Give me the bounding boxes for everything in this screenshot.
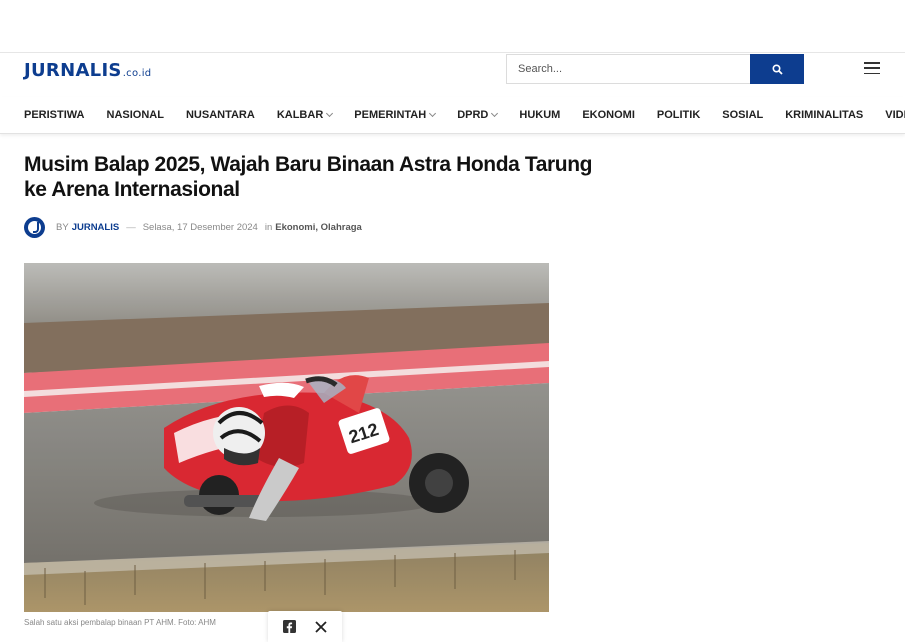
- in-label: in: [264, 222, 273, 233]
- nav-item-hukum[interactable]: HUKUM: [519, 109, 560, 121]
- nav-item-kriminalitas[interactable]: KRIMINALITAS: [785, 109, 863, 121]
- nav-item-dprd[interactable]: DPRD: [457, 109, 499, 121]
- nav-item-label: NASIONAL: [106, 109, 164, 121]
- nav-item-label: NUSANTARA: [185, 109, 255, 121]
- article-header: Musim Balap 2025, Wajah Baru Binaan Astr…: [24, 152, 604, 238]
- nav-item-label: VIDEO: [885, 109, 905, 121]
- nav-item-politik[interactable]: POLITIK: [657, 109, 700, 121]
- nav-item-nasional[interactable]: NASIONAL: [107, 109, 164, 121]
- nav-item-kalbar[interactable]: KALBAR: [276, 109, 334, 121]
- nav-item-label: PEMERINTAH: [354, 109, 427, 121]
- category-link-ekonomi[interactable]: Ekonomi: [275, 222, 315, 233]
- image-caption: Salah satu aksi pembalap binaan PT AHM. …: [24, 618, 216, 627]
- nav-item-label: POLITIK: [656, 109, 701, 121]
- logo-text: JURNALIS: [24, 60, 122, 81]
- article-title: Musim Balap 2025, Wajah Baru Binaan Astr…: [24, 153, 593, 201]
- category-separator: ,: [315, 222, 319, 233]
- hamburger-icon[interactable]: [864, 62, 880, 74]
- nav-item-nusantara[interactable]: NUSANTARA: [186, 109, 255, 121]
- nav-item-label: EKONOMI: [582, 109, 635, 121]
- facebook-share-button[interactable]: [281, 618, 299, 636]
- search-input[interactable]: [506, 54, 751, 84]
- search-icon: [771, 63, 783, 75]
- author-link[interactable]: JURNALIS: [72, 222, 120, 233]
- by-label: BY: [56, 222, 69, 233]
- nav-item-label: KRIMINALITAS: [785, 109, 864, 121]
- site-logo[interactable]: JURNALIS.co.id: [24, 60, 151, 81]
- nav-item-label: SOSIAL: [722, 109, 764, 121]
- x-icon: [314, 620, 327, 633]
- hero-image: 212: [24, 263, 549, 612]
- chevron-down-icon: [326, 109, 334, 118]
- author-avatar[interactable]: [24, 217, 45, 238]
- site-header: JURNALIS.co.id: [0, 53, 905, 97]
- meta-separator: —: [126, 222, 136, 233]
- category-link-olahraga[interactable]: Olahraga: [321, 222, 362, 233]
- top-ad-space: [0, 0, 905, 53]
- main-nav: PERISTIWA NASIONAL NUSANTARA KALBAR PEMERINT…: [0, 97, 905, 134]
- nav-item-pemerintah[interactable]: PEMERINTAH: [354, 109, 437, 121]
- nav-item-peristiwa[interactable]: PERISTIWA: [24, 109, 85, 121]
- nav-item-label: KALBAR: [276, 109, 324, 121]
- search-button[interactable]: [750, 54, 804, 84]
- nav-item-label: DPRD: [457, 109, 489, 121]
- facebook-icon: [283, 620, 296, 633]
- publish-date: Selasa, 17 Desember 2024: [142, 222, 258, 233]
- share-bar: [268, 611, 342, 642]
- article-meta: BY JURNALIS — Selasa, 17 Desember 2024 i…: [24, 217, 604, 238]
- chevron-down-icon: [429, 109, 437, 118]
- x-share-button[interactable]: [312, 618, 330, 636]
- chevron-down-icon: [491, 109, 499, 118]
- logo-tld: .co.id: [122, 68, 152, 79]
- nav-item-sosial[interactable]: SOSIAL: [722, 109, 763, 121]
- nav-item-label: PERISTIWA: [24, 109, 85, 121]
- nav-item-video[interactable]: VIDEO: [885, 109, 905, 121]
- nav-item-label: HUKUM: [519, 109, 561, 121]
- nav-item-ekonomi[interactable]: EKONOMI: [582, 109, 635, 121]
